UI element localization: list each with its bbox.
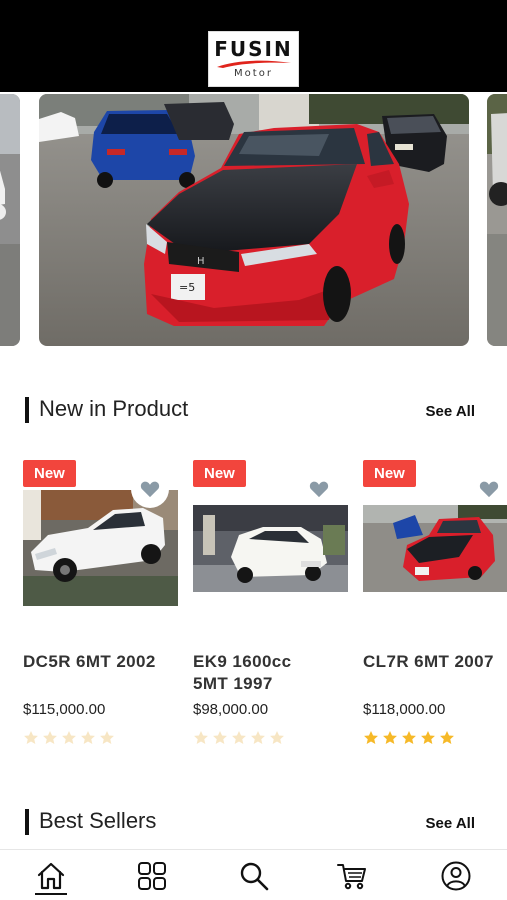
product-card[interactable]: New DC5R 6MT 2002 $115,000.00 (23, 460, 183, 760)
active-tab-indicator (35, 893, 67, 895)
star-icon (100, 731, 114, 744)
favorite-heart-icon[interactable] (131, 470, 169, 508)
star-icon (270, 731, 284, 744)
star-icon (251, 731, 265, 744)
nav-home[interactable] (34, 859, 68, 893)
best-sellers-header: Best Sellers See All (0, 807, 507, 837)
star-icon (213, 731, 227, 744)
hero-carousel[interactable]: H =5 (0, 92, 507, 352)
star-icon (402, 731, 416, 744)
heart-icon (140, 481, 160, 498)
heart-icon (309, 481, 329, 498)
favorite-heart-icon[interactable] (470, 470, 507, 508)
search-icon (240, 862, 269, 891)
star-icon (43, 731, 57, 744)
star-icon (440, 731, 454, 744)
brand-name: FUSIN (214, 37, 293, 61)
product-title[interactable]: DC5R 6MT 2002 (23, 651, 183, 673)
nav-categories[interactable] (135, 859, 169, 893)
star-icon (194, 731, 208, 744)
section-accent-bar (25, 397, 29, 423)
cl7r-photo (363, 505, 507, 592)
new-in-product-header: New in Product See All (0, 395, 507, 425)
star-icon (383, 731, 397, 744)
product-title[interactable]: CL7R 6MT 2007 (363, 651, 507, 673)
product-price: $115,000.00 (23, 701, 106, 718)
nav-cart[interactable] (335, 859, 369, 893)
svg-text:H: H (197, 256, 205, 267)
brand-logo[interactable]: FUSIN Motor (208, 31, 299, 87)
carousel-slide-current[interactable]: H =5 (39, 94, 469, 346)
next-slide-image (487, 94, 507, 346)
star-icon (421, 731, 435, 744)
product-price: $98,000.00 (193, 701, 269, 718)
carousel-slide-next[interactable] (487, 94, 507, 346)
nav-search[interactable] (237, 859, 271, 893)
profile-icon (441, 861, 471, 891)
home-icon (37, 862, 65, 890)
star-icon (232, 731, 246, 744)
app-header: FUSIN Motor (0, 0, 507, 92)
star-icon (62, 731, 76, 744)
carousel-slide-prev[interactable] (0, 94, 20, 346)
bottom-navigation (0, 849, 507, 900)
product-price: $118,000.00 (363, 701, 446, 718)
product-image[interactable] (193, 505, 348, 592)
cart-icon (337, 864, 366, 890)
new-badge: New (193, 460, 246, 487)
red-honda-photo: H =5 (39, 94, 469, 346)
grid-icon (138, 862, 166, 890)
product-card[interactable]: New CL7R 6MT 2007 $118,000.00 (363, 460, 507, 760)
new-badge: New (23, 460, 76, 487)
prev-slide-image (0, 94, 20, 346)
heart-icon (479, 481, 499, 498)
best-sellers-title: Best Sellers (39, 808, 157, 833)
new-in-product-title: New in Product (39, 396, 189, 421)
new-in-product-see-all-link[interactable]: See All (426, 403, 475, 420)
nav-profile[interactable] (439, 859, 473, 893)
star-icon (81, 731, 95, 744)
star-rating (193, 730, 285, 746)
svg-text:=5: =5 (179, 281, 195, 294)
star-icon (364, 731, 378, 744)
star-icon (24, 731, 38, 744)
star-rating (363, 730, 455, 746)
section-accent-bar (25, 809, 29, 835)
product-card[interactable]: New EK9 1600cc 5MT 1997 $98,000.00 (193, 460, 353, 760)
favorite-heart-icon[interactable] (300, 470, 338, 508)
best-sellers-see-all-link[interactable]: See All (426, 815, 475, 832)
product-title[interactable]: EK9 1600cc 5MT 1997 (193, 651, 353, 695)
brand-tagline: Motor (234, 68, 273, 79)
star-rating (23, 730, 115, 746)
ek9-photo (193, 505, 348, 592)
product-image[interactable] (363, 505, 507, 592)
new-badge: New (363, 460, 416, 487)
